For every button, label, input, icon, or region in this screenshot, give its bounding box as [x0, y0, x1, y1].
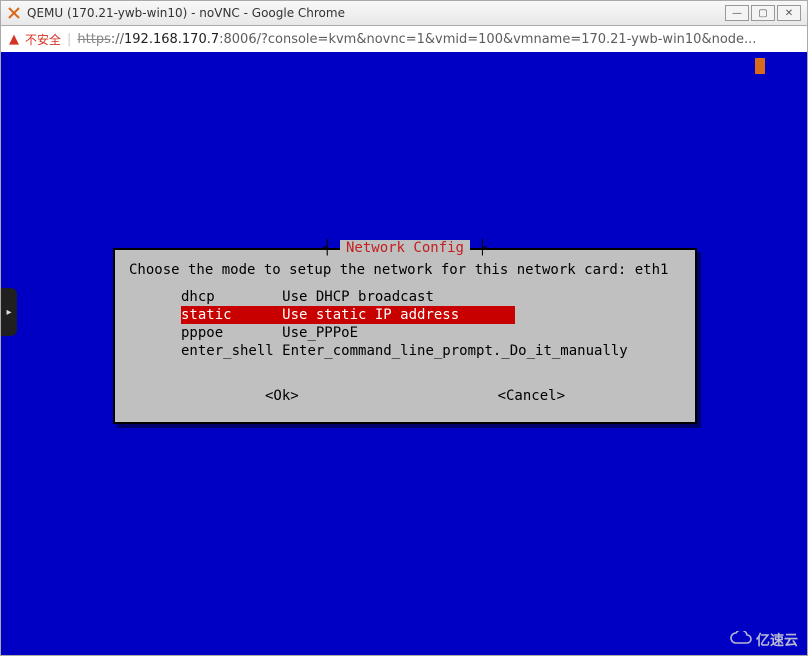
status-indicator — [755, 58, 765, 74]
watermark-text: 亿速云 — [756, 630, 798, 650]
chevron-right-icon: ▸ — [6, 307, 11, 318]
close-button[interactable]: ✕ — [777, 5, 801, 21]
dialog-buttons: <Ok> <Cancel> — [125, 360, 685, 404]
url-text: https://192.168.170.7:8006/?console=kvm&… — [77, 32, 799, 47]
url-scheme: https — [77, 32, 110, 47]
dialog-title: Network Config — [340, 240, 470, 256]
url-host: 192.168.170.7 — [124, 32, 219, 47]
title-right-glyph: ├ — [470, 240, 487, 256]
address-separator: | — [67, 32, 71, 47]
network-config-dialog: ┤ Network Config ├ Choose the mode to se… — [113, 248, 697, 424]
address-bar[interactable]: ▲ 不安全 | https://192.168.170.7:8006/?cons… — [0, 26, 808, 52]
vnc-viewport[interactable]: ▸ ┤ Network Config ├ Choose the mode to … — [0, 52, 808, 656]
cloud-icon — [730, 631, 752, 649]
qemu-icon — [7, 6, 21, 20]
option-static[interactable]: static Use static IP address — [181, 306, 515, 324]
window-controls: — ▢ ✕ — [725, 5, 801, 21]
options-menu: dhcp Use DHCP broadcast static Use stati… — [125, 288, 685, 360]
dialog-title-row: ┤ Network Config ├ — [125, 240, 685, 256]
option-pppoe[interactable]: pppoe Use_PPPoE — [181, 324, 685, 342]
ok-button[interactable]: <Ok> — [265, 388, 299, 404]
maximize-button[interactable]: ▢ — [751, 5, 775, 21]
watermark: 亿速云 — [730, 630, 798, 650]
url-rest: :8006/?console=kvm&novnc=1&vmid=100&vmna… — [219, 32, 756, 47]
not-secure-icon: ▲ — [9, 32, 19, 47]
url-sep: :// — [111, 32, 124, 47]
dialog-prompt: Choose the mode to setup the network for… — [125, 260, 685, 288]
cancel-button[interactable]: <Cancel> — [498, 388, 565, 404]
title-left-glyph: ┤ — [323, 240, 340, 256]
option-dhcp[interactable]: dhcp Use DHCP broadcast — [181, 288, 685, 306]
novnc-side-tab[interactable]: ▸ — [1, 288, 17, 336]
window-title: QEMU (170.21-ywb-win10) - noVNC - Google… — [27, 6, 345, 20]
window-titlebar: QEMU (170.21-ywb-win10) - noVNC - Google… — [0, 0, 808, 26]
minimize-button[interactable]: — — [725, 5, 749, 21]
not-secure-label: 不安全 — [25, 31, 61, 48]
option-enter-shell[interactable]: enter_shell Enter_command_line_prompt._D… — [181, 342, 685, 360]
